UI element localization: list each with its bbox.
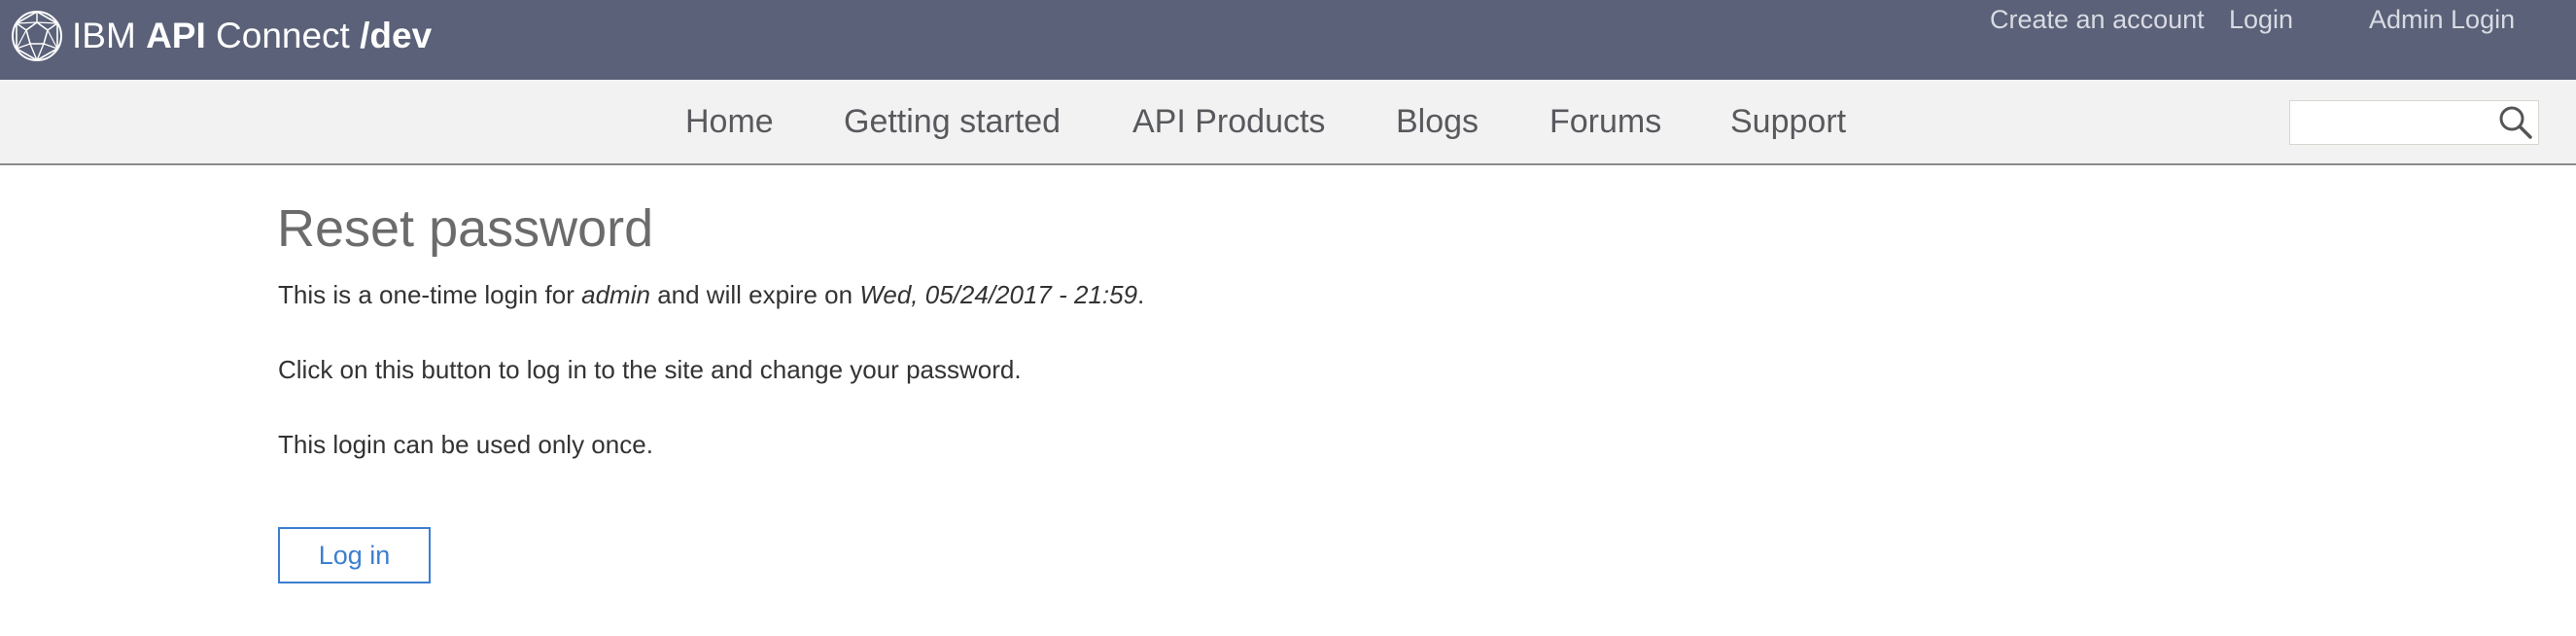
single-use-notice: This login can be used only once. [278, 430, 653, 459]
search-box [2289, 100, 2539, 145]
admin-login-link[interactable]: Admin Login [2369, 0, 2515, 39]
expiry-date: Wed, 05/24/2017 - 21:59 [859, 280, 1138, 309]
search-input[interactable] [2296, 105, 2485, 140]
ibm-geodesic-logo-icon[interactable] [10, 9, 64, 63]
site-brand[interactable]: IBM API Connect /dev [72, 14, 432, 58]
brand-bold: API [146, 16, 206, 55]
search-icon[interactable] [2497, 104, 2534, 141]
instruction-text: Click on this button to log in to the si… [278, 355, 1022, 384]
brand-middle: Connect [205, 16, 361, 55]
nav-item-blogs[interactable]: Blogs [1396, 97, 1479, 146]
brand-prefix: IBM [72, 16, 147, 55]
nav-item-getting-started[interactable]: Getting started [844, 97, 1061, 146]
page-title: Reset password [277, 199, 654, 258]
login-link[interactable]: Login [2229, 0, 2293, 39]
nav-item-home[interactable]: Home [685, 97, 774, 146]
nav-item-support[interactable]: Support [1730, 97, 1846, 146]
login-username: admin [581, 280, 650, 309]
nav-item-forums[interactable]: Forums [1549, 97, 1661, 146]
brand-suffix: /dev [360, 16, 433, 55]
line1-middle: and will expire on [649, 280, 860, 309]
top-header-bar: IBM API Connect /dev Create an account L… [0, 0, 2576, 80]
main-nav-bar: Home Getting started API Products Blogs … [0, 80, 2576, 165]
one-time-login-text: This is a one-time login for admin and w… [278, 277, 1144, 312]
nav-item-api-products[interactable]: API Products [1132, 97, 1325, 146]
line1-prefix: This is a one-time login for [278, 280, 582, 309]
log-in-button[interactable]: Log in [278, 527, 431, 583]
create-account-link[interactable]: Create an account [1990, 0, 2205, 39]
line1-suffix: . [1137, 280, 1145, 309]
